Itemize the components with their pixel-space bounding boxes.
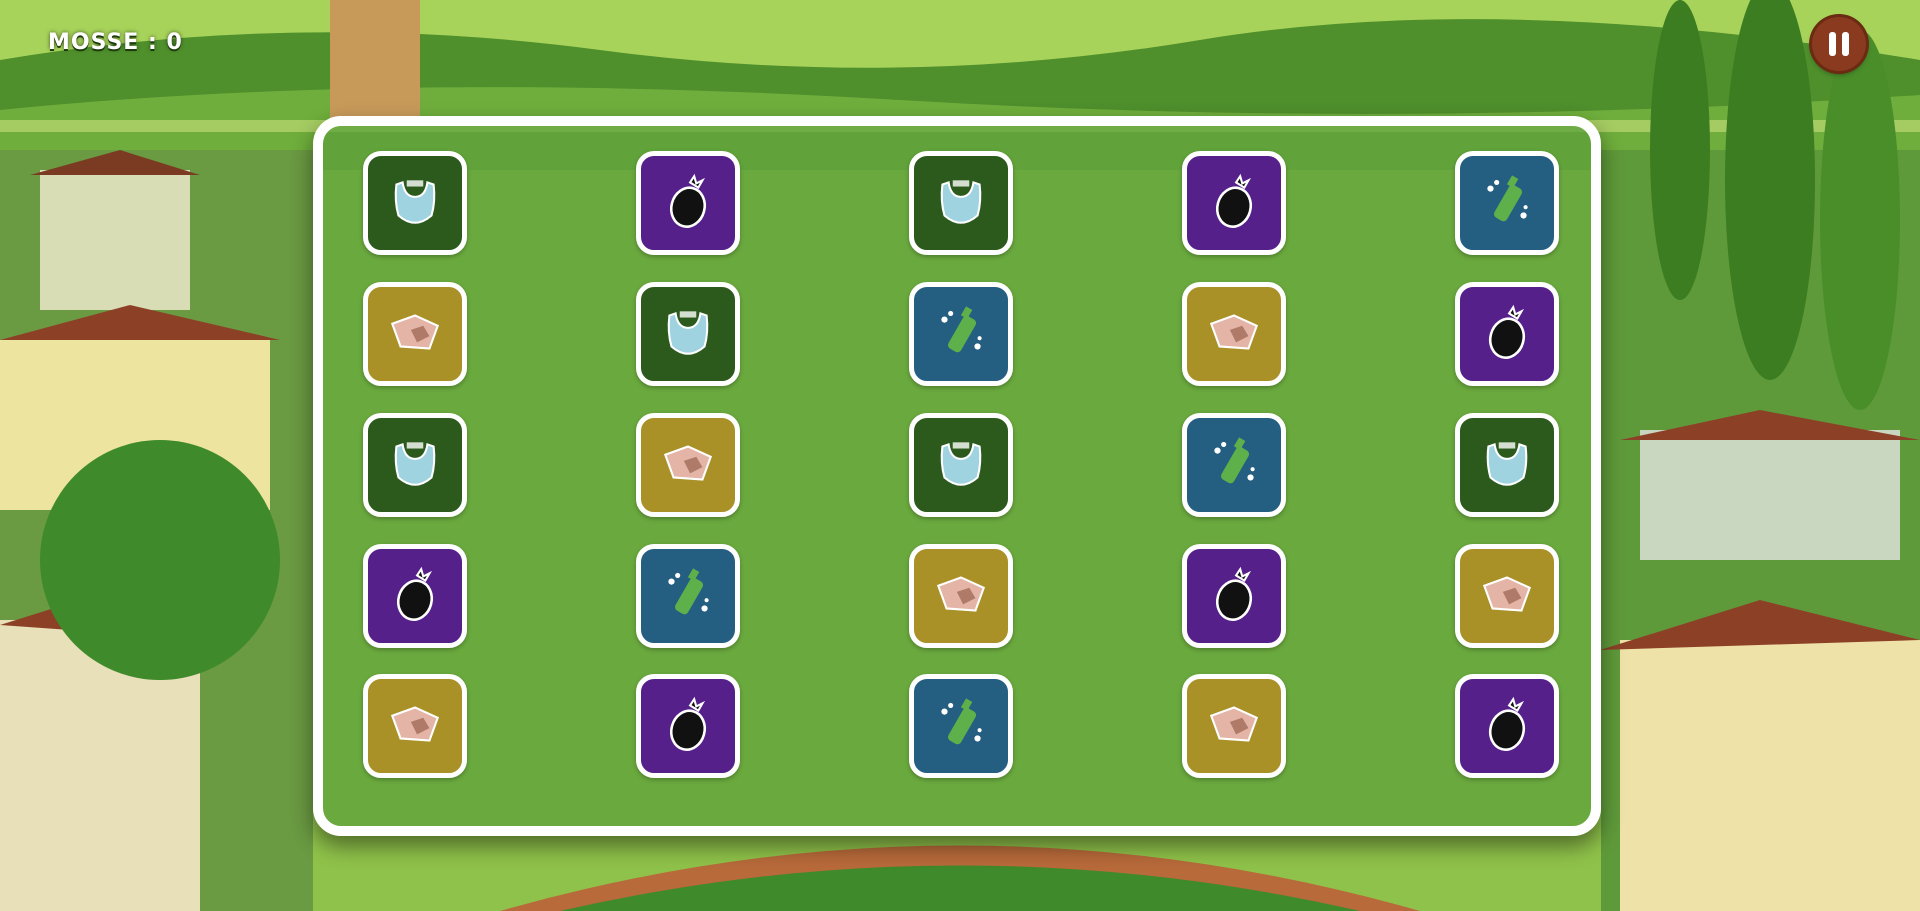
pause-button[interactable] <box>1812 17 1866 71</box>
bottle-icon <box>930 301 992 367</box>
seed-icon <box>1203 170 1265 236</box>
card-bottle[interactable] <box>636 544 740 648</box>
card-seed[interactable] <box>1182 151 1286 255</box>
pause-icon-bar <box>1842 32 1849 56</box>
card-bottle[interactable] <box>1455 151 1559 255</box>
card-seed[interactable] <box>636 674 740 778</box>
card-paper[interactable] <box>363 674 467 778</box>
paper-icon <box>384 301 446 367</box>
bag-icon <box>384 170 446 236</box>
moves-counter: MOSSE : 0 <box>48 30 183 55</box>
card-bottle[interactable] <box>909 674 1013 778</box>
card-seed[interactable] <box>636 151 740 255</box>
card-bag[interactable] <box>363 413 467 517</box>
seed-icon <box>1476 301 1538 367</box>
card-bag[interactable] <box>636 282 740 386</box>
bottle-icon <box>657 563 719 629</box>
paper-icon <box>930 563 992 629</box>
paper-icon <box>657 432 719 498</box>
card-bottle[interactable] <box>909 282 1013 386</box>
card-seed[interactable] <box>1182 544 1286 648</box>
card-paper[interactable] <box>363 282 467 386</box>
card-paper[interactable] <box>909 544 1013 648</box>
paper-icon <box>1476 563 1538 629</box>
seed-icon <box>1476 693 1538 759</box>
seed-icon <box>657 693 719 759</box>
card-bag[interactable] <box>909 413 1013 517</box>
bottle-icon <box>1203 432 1265 498</box>
bottle-icon <box>1476 170 1538 236</box>
card-bag[interactable] <box>909 151 1013 255</box>
card-seed[interactable] <box>363 544 467 648</box>
pause-icon <box>1829 32 1836 56</box>
bag-icon <box>1476 432 1538 498</box>
seed-icon <box>384 563 446 629</box>
card-bag[interactable] <box>1455 413 1559 517</box>
paper-icon <box>1203 301 1265 367</box>
bag-icon <box>657 301 719 367</box>
card-seed[interactable] <box>1455 674 1559 778</box>
seed-icon <box>657 170 719 236</box>
paper-icon <box>1203 693 1265 759</box>
card-paper[interactable] <box>1182 282 1286 386</box>
bag-icon <box>384 432 446 498</box>
bag-icon <box>930 432 992 498</box>
card-paper[interactable] <box>1182 674 1286 778</box>
paper-icon <box>384 693 446 759</box>
bag-icon <box>930 170 992 236</box>
card-paper[interactable] <box>1455 544 1559 648</box>
game-board <box>313 116 1601 836</box>
card-paper[interactable] <box>636 413 740 517</box>
card-bag[interactable] <box>363 151 467 255</box>
card-seed[interactable] <box>1455 282 1559 386</box>
bottle-icon <box>930 693 992 759</box>
card-bottle[interactable] <box>1182 413 1286 517</box>
seed-icon <box>1203 563 1265 629</box>
